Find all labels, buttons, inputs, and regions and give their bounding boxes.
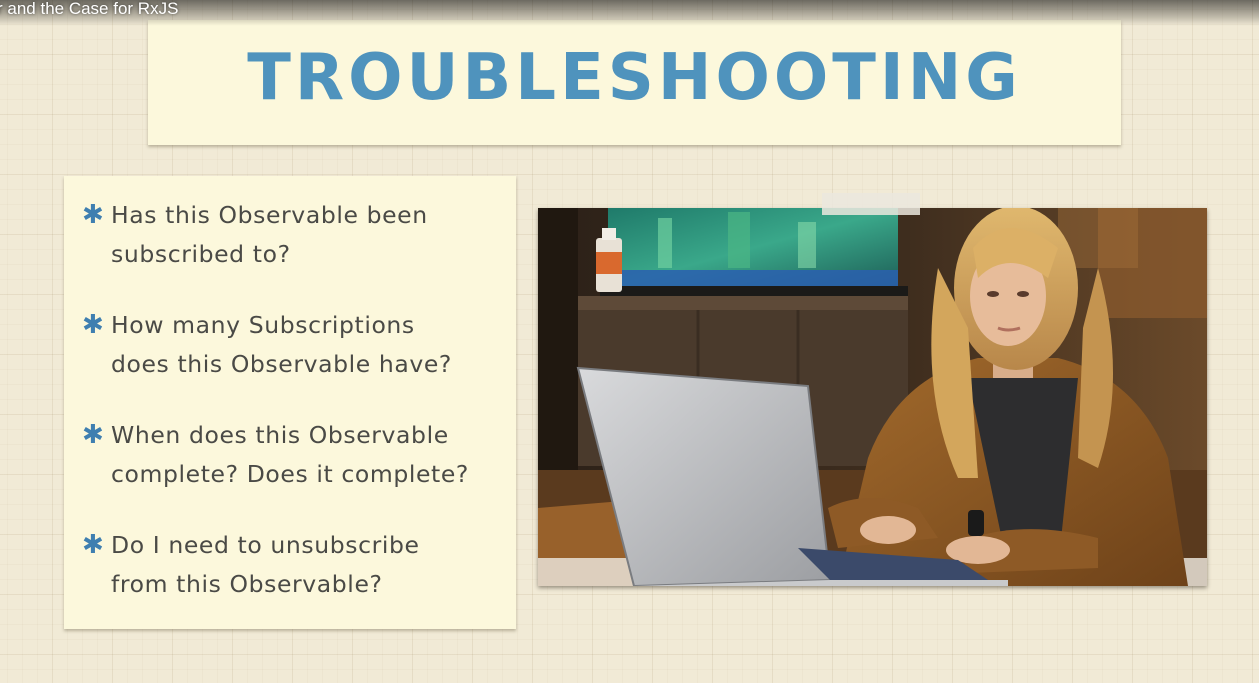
bullets-card: ✱ Has this Observable been subscribed to… [64, 176, 516, 629]
bullet-text-line: When does this Observable [111, 421, 449, 449]
bullet-text-line: complete? Does it complete? [111, 460, 470, 488]
bullet-text-line: from this Observable? [111, 570, 383, 598]
asterisk-icon: ✱ [82, 310, 105, 340]
slide-heading: TROUBLESHOOTING [247, 40, 1022, 115]
bullet-list: ✱ Has this Observable been subscribed to… [82, 196, 512, 636]
bullet-item: ✱ When does this Observable complete? Do… [82, 416, 512, 494]
bullet-text-line: How many Subscriptions [111, 311, 415, 339]
video-title: r and the Case for RxJS [0, 0, 179, 18]
tape-strip [822, 193, 920, 215]
bullet-text-line: does this Observable have? [111, 350, 453, 378]
bullet-text-line: subscribed to? [111, 240, 291, 268]
woman-at-laptop-photo [538, 208, 1207, 586]
bullet-text-line: Has this Observable been [111, 201, 428, 229]
asterisk-icon: ✱ [82, 530, 105, 560]
bullet-item: ✱ Has this Observable been subscribed to… [82, 196, 512, 274]
bullet-item: ✱ Do I need to unsubscribe from this Obs… [82, 526, 512, 604]
bullet-text-line: Do I need to unsubscribe [111, 531, 420, 559]
heading-card: TROUBLESHOOTING [148, 20, 1121, 145]
bullet-item: ✱ How many Subscriptions does this Obser… [82, 306, 512, 384]
asterisk-icon: ✱ [82, 200, 105, 230]
asterisk-icon: ✱ [82, 420, 105, 450]
video-title-bar: r and the Case for RxJS [0, 0, 1259, 26]
